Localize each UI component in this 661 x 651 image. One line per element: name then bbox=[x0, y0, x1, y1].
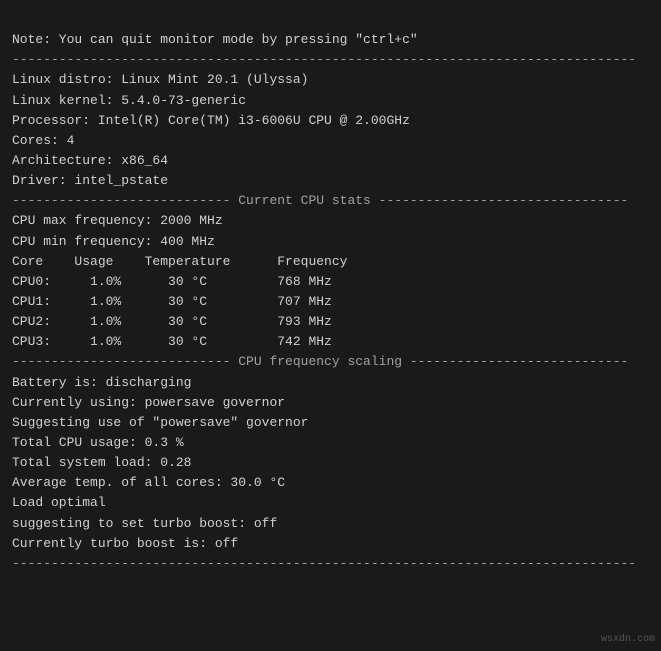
terminal-line-driver: Driver: intel_pstate bbox=[12, 171, 649, 191]
terminal-line-battery: Battery is: discharging bbox=[12, 373, 649, 393]
terminal-line-sep4: ----------------------------------------… bbox=[12, 554, 649, 574]
terminal-line-cpu2: CPU2: 1.0% 30 °C 793 MHz bbox=[12, 312, 649, 332]
terminal-line-total_usage: Total CPU usage: 0.3 % bbox=[12, 433, 649, 453]
terminal-line-cpu1: CPU1: 1.0% 30 °C 707 MHz bbox=[12, 292, 649, 312]
terminal-line-avg_temp: Average temp. of all cores: 30.0 °C bbox=[12, 473, 649, 493]
terminal-output: Note: You can quit monitor mode by press… bbox=[12, 10, 649, 574]
watermark: wsxdn.com bbox=[601, 632, 655, 648]
terminal-line-cpu_max: CPU max frequency: 2000 MHz bbox=[12, 211, 649, 231]
terminal-line-arch: Architecture: x86_64 bbox=[12, 151, 649, 171]
terminal-line-load_optimal: Load optimal bbox=[12, 493, 649, 513]
terminal-line-cpu0: CPU0: 1.0% 30 °C 768 MHz bbox=[12, 272, 649, 292]
terminal-line-turbo_current: Currently turbo boost is: off bbox=[12, 534, 649, 554]
terminal-line-sep1: ----------------------------------------… bbox=[12, 50, 649, 70]
terminal-line-cpu_min: CPU min frequency: 400 MHz bbox=[12, 232, 649, 252]
terminal-line-turbo_suggest: suggesting to set turbo boost: off bbox=[12, 514, 649, 534]
terminal-line-processor: Processor: Intel(R) Core(TM) i3-6006U CP… bbox=[12, 111, 649, 131]
terminal-line-sep3: ---------------------------- CPU frequen… bbox=[12, 352, 649, 372]
terminal-line-total_load: Total system load: 0.28 bbox=[12, 453, 649, 473]
terminal-line-note: Note: You can quit monitor mode by press… bbox=[12, 30, 649, 50]
terminal-line-sep2: ---------------------------- Current CPU… bbox=[12, 191, 649, 211]
terminal-line-cores: Cores: 4 bbox=[12, 131, 649, 151]
terminal-line-governor2: Suggesting use of "powersave" governor bbox=[12, 413, 649, 433]
terminal-line-governor1: Currently using: powersave governor bbox=[12, 393, 649, 413]
terminal-line-cpu3: CPU3: 1.0% 30 °C 742 MHz bbox=[12, 332, 649, 352]
terminal-line-kernel: Linux kernel: 5.4.0-73-generic bbox=[12, 91, 649, 111]
terminal-line-table_header: Core Usage Temperature Frequency bbox=[12, 252, 649, 272]
terminal-line-distro: Linux distro: Linux Mint 20.1 (Ulyssa) bbox=[12, 70, 649, 90]
